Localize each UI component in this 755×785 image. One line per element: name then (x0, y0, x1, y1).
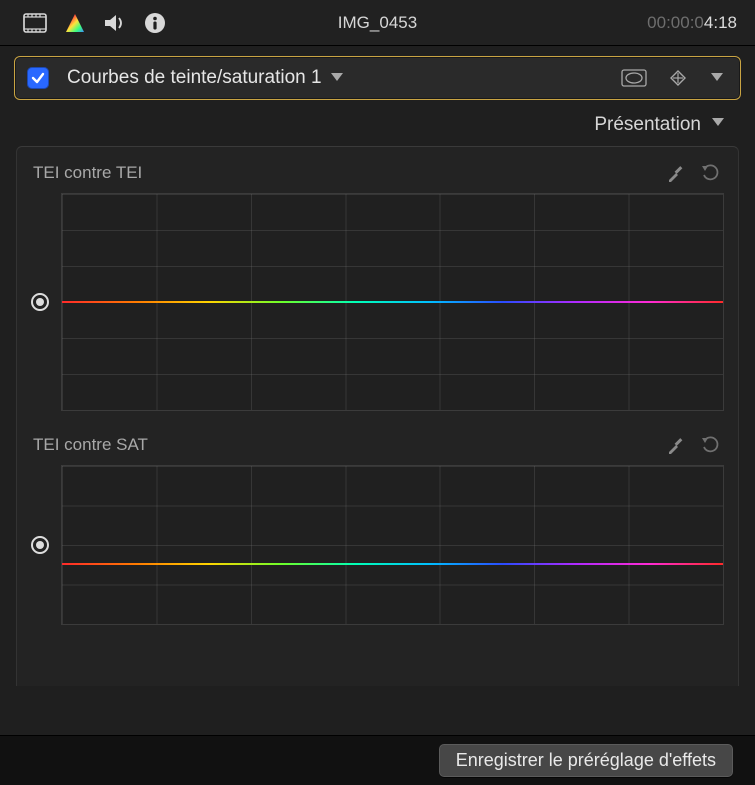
chevron-down-icon[interactable] (330, 69, 344, 87)
presentation-label: Présentation (594, 114, 701, 136)
reset-icon[interactable] (698, 433, 722, 457)
curves-panel: TEI contre TEI (16, 146, 739, 686)
mask-icon[interactable] (620, 67, 648, 89)
top-toolbar: IMG_0453 00:00:04:18 (0, 0, 755, 46)
color-icon[interactable] (58, 8, 92, 38)
eyedropper-icon[interactable] (664, 433, 688, 457)
bottom-bar: Enregistrer le préréglage d'effets (0, 735, 755, 785)
presentation-dropdown[interactable]: Présentation (0, 106, 755, 146)
timecode-dim: 00:00:0 (647, 13, 704, 32)
curve-grid[interactable] (61, 465, 724, 625)
curve-radio-button[interactable] (31, 293, 49, 311)
info-icon[interactable] (138, 8, 172, 38)
curve-radio-button[interactable] (31, 536, 49, 554)
save-preset-button[interactable]: Enregistrer le préréglage d'effets (439, 744, 733, 777)
eyedropper-icon[interactable] (664, 161, 688, 185)
effect-name-label: Courbes de teinte/saturation 1 (67, 67, 322, 89)
curve-grid[interactable] (61, 193, 724, 411)
keyframe-icon[interactable] (664, 67, 692, 89)
timecode: 00:00:04:18 (647, 13, 737, 33)
curve-section-hue-vs-sat: TEI contre SAT (31, 433, 724, 625)
reset-icon[interactable] (698, 161, 722, 185)
hue-curve-line[interactable] (62, 301, 723, 303)
curve-title: TEI contre SAT (33, 435, 148, 455)
effect-options-chevron-icon[interactable] (710, 69, 728, 87)
audio-icon[interactable] (98, 8, 132, 38)
timecode-bright: 4:18 (704, 13, 737, 32)
video-icon[interactable] (18, 8, 52, 38)
effect-enabled-checkbox[interactable] (27, 67, 49, 89)
curve-title: TEI contre TEI (33, 163, 142, 183)
chevron-down-icon (711, 114, 725, 136)
effect-header-bar[interactable]: Courbes de teinte/saturation 1 (14, 56, 741, 100)
hue-curve-line[interactable] (62, 563, 723, 565)
curve-section-hue-vs-hue: TEI contre TEI (31, 161, 724, 411)
